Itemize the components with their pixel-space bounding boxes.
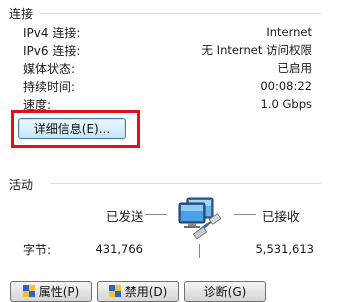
- duration-label: 持续时间:: [23, 80, 76, 94]
- activity-divider: [50, 183, 321, 184]
- network-computer-icon: [174, 192, 226, 244]
- received-dash: [234, 214, 256, 215]
- properties-button[interactable]: 属性(P): [10, 281, 92, 302]
- sent-label: 已发送: [106, 209, 144, 224]
- received-label: 已接收: [262, 209, 300, 224]
- cable-divider: [199, 244, 200, 258]
- connection-section-title: 连接: [9, 7, 34, 21]
- ipv4-label: IPv4 连接:: [23, 26, 81, 40]
- ipv4-value: Internet: [266, 25, 312, 39]
- diagnose-button[interactable]: 诊断(G): [184, 281, 266, 302]
- uac-shield-icon: [22, 285, 35, 298]
- media-state-value: 已启用: [277, 61, 313, 75]
- bytes-label: 字节:: [23, 243, 52, 257]
- details-button[interactable]: 详细信息(E)...: [18, 118, 126, 139]
- bytes-received-value: 5,531,613: [255, 242, 314, 256]
- activity-section-title: 活动: [9, 178, 34, 192]
- media-state-label: 媒体状态:: [23, 62, 76, 76]
- disable-label: 禁用(D): [124, 285, 168, 299]
- speed-value: 1.0 Gbps: [260, 97, 312, 111]
- properties-label: 属性(P): [38, 285, 80, 299]
- sent-dash: [145, 214, 167, 215]
- bytes-sent-value: 431,766: [95, 242, 143, 256]
- uac-shield-icon: [108, 285, 121, 298]
- disable-button[interactable]: 禁用(D): [97, 281, 179, 302]
- ipv6-label: IPv6 连接:: [23, 44, 81, 58]
- connection-divider: [40, 13, 321, 14]
- duration-value: 00:08:22: [260, 79, 312, 93]
- ipv6-value: 无 Internet 访问权限: [201, 43, 312, 57]
